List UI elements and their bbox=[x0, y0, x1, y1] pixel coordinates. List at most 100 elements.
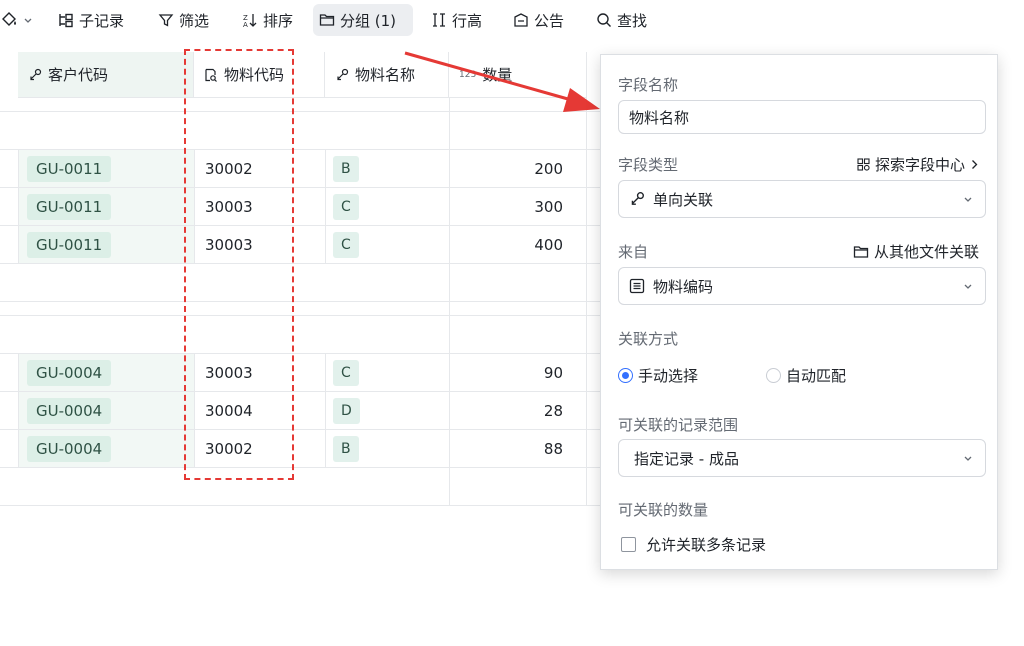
manual-radio[interactable] bbox=[618, 368, 633, 383]
find-label: 查找 bbox=[617, 11, 648, 30]
manual-option-label[interactable]: 手动选择 bbox=[638, 365, 698, 386]
cell-text: 300 bbox=[534, 197, 563, 216]
fill-color-button[interactable] bbox=[0, 4, 37, 36]
customer-tag: GU-0004 bbox=[27, 397, 112, 424]
customer-tag: GU-0011 bbox=[27, 193, 112, 220]
group-button[interactable]: 分组 (1) bbox=[313, 4, 413, 36]
link-icon bbox=[30, 68, 42, 80]
count-label: 可关联的数量 bbox=[618, 501, 709, 519]
link-mode-group: 手动选择 自动匹配 bbox=[618, 365, 846, 386]
table-cell-name[interactable]: B bbox=[333, 150, 359, 187]
name-tag: C bbox=[333, 359, 359, 386]
cell-text: 28 bbox=[543, 401, 563, 420]
group-divider bbox=[0, 315, 600, 316]
allow-multi-checkbox[interactable] bbox=[621, 537, 636, 552]
filter-label: 筛选 bbox=[179, 11, 210, 30]
group-label: 分组 (1) bbox=[340, 11, 397, 30]
allow-multi-label[interactable]: 允许关联多条记录 bbox=[646, 534, 766, 555]
customer-tag: GU-0004 bbox=[27, 359, 112, 386]
paint-bucket-icon bbox=[2, 12, 16, 26]
sort-icon: ZA bbox=[243, 14, 257, 28]
name-tag: B bbox=[333, 155, 359, 182]
chevron-right-icon bbox=[972, 160, 978, 169]
table-cell-qty[interactable]: 300 bbox=[449, 188, 587, 225]
table-cell-name[interactable]: C bbox=[333, 354, 359, 391]
sub-record-button[interactable]: 子记录 bbox=[52, 4, 130, 36]
range-select[interactable]: 指定记录 - 成品 bbox=[618, 439, 986, 477]
customer-tag: GU-0004 bbox=[27, 435, 112, 462]
field-config-panel: 字段名称 物料名称 字段类型 探索字段中心 单向关联 来自 从其他文件关联 物料… bbox=[600, 54, 998, 570]
table-cell-qty[interactable]: 400 bbox=[449, 226, 587, 263]
link-mode-label: 关联方式 bbox=[618, 330, 679, 348]
auto-radio[interactable] bbox=[766, 368, 782, 383]
column-header-label: 客户代码 bbox=[48, 66, 109, 84]
table-cell-customer[interactable]: GU-0011 bbox=[19, 150, 194, 187]
table-cell-customer[interactable]: GU-0004 bbox=[19, 354, 194, 391]
auto-option-label[interactable]: 自动匹配 bbox=[786, 365, 846, 386]
chevron-down-icon bbox=[964, 456, 972, 461]
sort-button[interactable]: ZA 排序 bbox=[236, 4, 299, 36]
table-icon bbox=[629, 278, 645, 294]
group-divider bbox=[0, 263, 600, 264]
filter-icon bbox=[158, 14, 174, 27]
search-icon bbox=[597, 13, 611, 27]
table-cell-qty[interactable]: 200 bbox=[449, 150, 587, 187]
link-icon bbox=[337, 68, 349, 80]
table-cell-customer[interactable]: GU-0011 bbox=[19, 188, 194, 225]
allow-multi-row: 允许关联多条记录 bbox=[621, 534, 766, 555]
explore-field-center-link[interactable]: 探索字段中心 bbox=[857, 154, 979, 175]
name-tag: D bbox=[333, 397, 360, 424]
sub-record-label: 子记录 bbox=[79, 11, 125, 30]
notice-button[interactable]: 公告 bbox=[507, 4, 570, 36]
filter-button[interactable]: 筛选 bbox=[152, 4, 215, 36]
notice-icon bbox=[514, 13, 528, 27]
chevron-down-icon bbox=[964, 197, 972, 202]
source-label: 来自 bbox=[618, 243, 649, 261]
sort-label: 排序 bbox=[263, 11, 294, 30]
customer-tag: GU-0011 bbox=[27, 231, 112, 258]
table-cell-qty[interactable]: 28 bbox=[449, 392, 587, 429]
folder-icon bbox=[853, 245, 869, 258]
group-divider bbox=[0, 301, 600, 302]
table-cell-customer[interactable]: GU-0004 bbox=[19, 430, 194, 467]
source-value: 物料编码 bbox=[653, 277, 714, 296]
table-cell-name[interactable]: D bbox=[333, 392, 360, 429]
table-cell-name[interactable]: C bbox=[333, 226, 359, 263]
link-icon bbox=[631, 192, 644, 205]
table-cell-customer[interactable]: GU-0004 bbox=[19, 392, 194, 429]
chevron-down-icon bbox=[24, 18, 32, 23]
source-select[interactable]: 物料编码 bbox=[618, 267, 986, 305]
chevron-down-icon bbox=[964, 284, 972, 289]
table-cell-qty[interactable]: 88 bbox=[449, 430, 587, 467]
find-button[interactable]: 查找 bbox=[590, 4, 653, 36]
field-name-input[interactable]: 物料名称 bbox=[618, 100, 986, 134]
name-tag: C bbox=[333, 193, 359, 220]
table-cell-qty[interactable]: 90 bbox=[449, 354, 587, 391]
field-name-value: 物料名称 bbox=[629, 108, 690, 127]
link-other-file-link[interactable]: 从其他文件关联 bbox=[853, 241, 979, 262]
range-value: 指定记录 - 成品 bbox=[634, 449, 739, 468]
table-cell-name[interactable]: C bbox=[333, 188, 359, 225]
svg-text:A: A bbox=[243, 21, 248, 28]
column-header-material-name[interactable]: 物料名称 bbox=[325, 52, 449, 98]
toolbar: 子记录 筛选 ZA 排序 分组 (1) 行高 公告 查找 bbox=[0, 0, 1024, 40]
field-type-value: 单向关联 bbox=[653, 190, 714, 209]
column-header-label: 数量 bbox=[482, 66, 513, 84]
row-height-icon bbox=[433, 13, 445, 27]
column-header-label: 物料名称 bbox=[355, 66, 416, 84]
cell-text: 88 bbox=[543, 439, 563, 458]
number-icon: 123 bbox=[459, 69, 477, 80]
folder-icon bbox=[319, 14, 335, 26]
table-cell-name[interactable]: B bbox=[333, 430, 359, 467]
customer-tag: GU-0011 bbox=[27, 155, 112, 182]
apps-icon bbox=[857, 158, 870, 171]
cell-text: 90 bbox=[543, 363, 563, 382]
column-header-customer[interactable]: 客户代码 bbox=[18, 52, 194, 98]
row-height-button[interactable]: 行高 bbox=[425, 4, 488, 36]
notice-label: 公告 bbox=[534, 11, 565, 30]
row-height-label: 行高 bbox=[452, 11, 483, 30]
table-cell-customer[interactable]: GU-0011 bbox=[19, 226, 194, 263]
column-header-quantity[interactable]: 123 数量 bbox=[449, 52, 587, 98]
field-type-select[interactable]: 单向关联 bbox=[618, 180, 986, 218]
field-name-label: 字段名称 bbox=[618, 76, 679, 94]
